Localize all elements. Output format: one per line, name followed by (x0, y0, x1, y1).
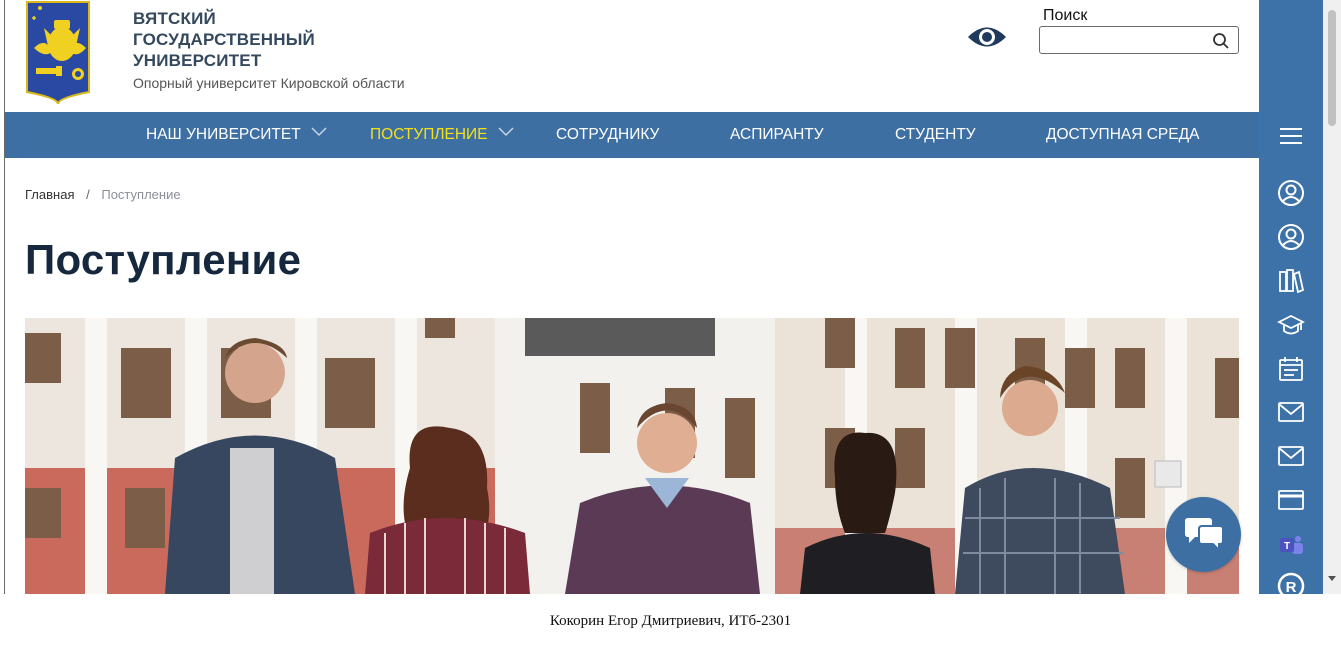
calendar-icon[interactable] (1277, 355, 1305, 383)
chevron-down-icon (311, 110, 327, 156)
nav-item-label: АСПИРАНТУ (730, 126, 824, 143)
user-profile-icon[interactable] (1277, 179, 1305, 207)
breadcrumb-current: Поступление (101, 187, 181, 202)
scroll-down-arrow-icon[interactable] (1328, 576, 1336, 581)
nav-item-admission[interactable]: ПОСТУПЛЕНИЕ (370, 112, 514, 158)
graduation-cap-icon[interactable] (1276, 311, 1306, 339)
window-border (4, 0, 5, 594)
nav-item-our-university[interactable]: НАШ УНИВЕРСИТЕТ (146, 112, 327, 158)
payment-card-icon[interactable] (1277, 486, 1305, 514)
nav-item-accessible-environment[interactable]: ДОСТУПНАЯ СРЕДА (1046, 112, 1199, 158)
user-account-icon[interactable] (1277, 223, 1305, 251)
nav-item-label: ДОСТУПНАЯ СРЕДА (1046, 126, 1200, 143)
eye-icon[interactable] (966, 20, 1008, 54)
university-subtitle: Опорный университет Кировской области (133, 75, 405, 91)
nav-item-staff[interactable]: СОТРУДНИКУ (556, 112, 659, 158)
nav-item-label: СТУДЕНТУ (895, 126, 976, 143)
university-name-line: ВЯТСКИЙ (133, 9, 216, 28)
ms-teams-icon[interactable]: T (1277, 531, 1305, 559)
svg-text:T: T (1284, 541, 1290, 552)
nav-item-label: ПОСТУПЛЕНИЕ (370, 126, 488, 143)
side-rail: T R (1259, 0, 1323, 594)
svg-text:R: R (1286, 579, 1297, 594)
nav-item-postgraduate[interactable]: АСПИРАНТУ (730, 112, 824, 158)
nav-item-student[interactable]: СТУДЕНТУ (895, 112, 976, 158)
scrollbar-thumb[interactable] (1328, 10, 1336, 126)
search-label: Поиск (1043, 7, 1088, 24)
search-icon[interactable] (1212, 32, 1230, 50)
mail-icon[interactable] (1277, 398, 1305, 426)
mail-alt-icon[interactable] (1277, 442, 1305, 470)
hero-image (25, 318, 1239, 594)
main-nav: НАШ УНИВЕРСИТЕТ ПОСТУПЛЕНИЕ СОТРУДНИКУ А… (5, 112, 1259, 158)
caption: Кокорин Егор Дмитриевич, ИТб-2301 (549, 613, 792, 629)
chevron-down-icon (498, 110, 514, 156)
breadcrumb-home-link[interactable]: Главная (25, 187, 74, 202)
library-books-icon[interactable] (1277, 267, 1305, 295)
search-field[interactable] (1039, 26, 1239, 54)
hamburger-menu-icon[interactable] (1277, 122, 1305, 150)
nav-item-label: СОТРУДНИКУ (556, 126, 660, 143)
search-input[interactable] (1042, 29, 1207, 51)
university-name[interactable]: ВЯТСКИЙ ГОСУДАРСТВЕННЫЙ УНИВЕРСИТЕТ (133, 8, 393, 71)
university-name-line: УНИВЕРСИТЕТ (133, 51, 262, 70)
chat-bubbles-icon (1183, 517, 1225, 558)
breadcrumb-separator: / (86, 187, 90, 202)
vertical-scrollbar[interactable] (1323, 0, 1341, 594)
university-name-line: ГОСУДАРСТВЕННЫЙ (133, 30, 315, 49)
breadcrumb: Главная / Поступление (25, 187, 181, 202)
nav-item-label: НАШ УНИВЕРСИТЕТ (146, 126, 301, 143)
chat-button[interactable] (1166, 497, 1241, 572)
r-logo-icon[interactable]: R (1277, 572, 1305, 594)
browser-viewport: ВЯТСКИЙ ГОСУДАРСТВЕННЫЙ УНИВЕРСИТЕТ Опор… (0, 0, 1341, 594)
page-title: Поступление (25, 236, 302, 283)
university-crest-icon[interactable] (26, 0, 90, 105)
